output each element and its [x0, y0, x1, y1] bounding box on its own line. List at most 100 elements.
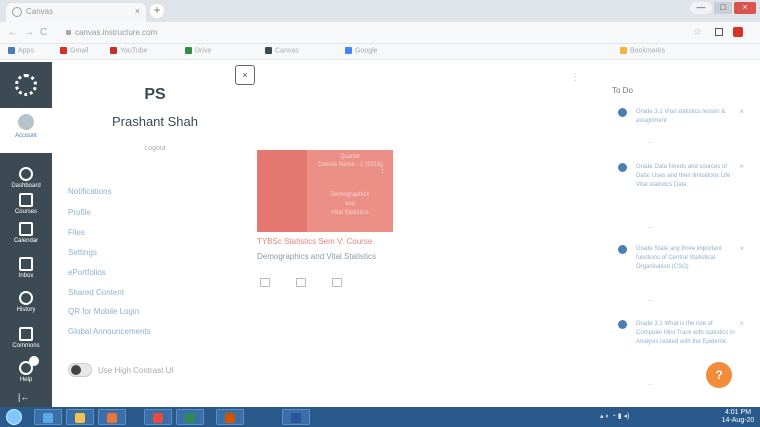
bookmark-item[interactable]: Bookmarks — [620, 47, 665, 57]
inbox-icon — [19, 257, 33, 271]
folder-icon — [620, 47, 627, 54]
high-contrast-toggle[interactable] — [68, 363, 92, 377]
commons-icon — [19, 327, 33, 341]
collapse-nav-icon[interactable]: |← — [18, 392, 29, 402]
todo-title: To Do — [612, 86, 633, 95]
url-text: canvas.instructure.com — [75, 28, 158, 37]
discussions-icon[interactable] — [332, 278, 342, 287]
new-tab-button[interactable]: + — [150, 4, 164, 18]
todo-item-text[interactable]: Grade 3.1 Vital statistics lesson & assi… — [636, 108, 736, 126]
start-button[interactable] — [6, 409, 22, 425]
bookmark-item[interactable]: Apps — [8, 47, 34, 57]
bookmark-item[interactable]: Drive — [185, 47, 211, 57]
back-icon[interactable]: ← — [8, 27, 18, 38]
tray-link-global-announcements[interactable]: Global Announcements — [68, 327, 151, 336]
nav-commons[interactable]: Commons — [0, 322, 52, 358]
bookmark-item[interactable]: Google — [345, 47, 378, 57]
tray-link-shared-content[interactable]: Shared Content — [68, 288, 124, 297]
bookmark-item[interactable]: Gmail — [60, 47, 88, 57]
taskbar-app[interactable] — [34, 409, 62, 425]
maximize-button[interactable]: □ — [714, 2, 732, 14]
dismiss-icon[interactable]: × — [739, 162, 744, 171]
close-tray-button[interactable]: × — [235, 65, 255, 85]
tab-close-icon[interactable]: × — [135, 6, 140, 16]
avatar — [18, 114, 34, 130]
browser-tab-bar: Canvas × + — □ × — [0, 0, 760, 22]
taskbar-clock[interactable]: 4:01 PM 14-Aug-20 — [718, 409, 758, 425]
assignment-icon — [618, 320, 627, 329]
taskbar-app[interactable] — [176, 409, 204, 425]
todo-item-text[interactable]: Grade 3.1 What is the role of Computer M… — [636, 320, 736, 347]
nav-help[interactable]: 1 Help — [0, 356, 52, 392]
todo-item-meta: — — [648, 225, 653, 231]
profile-name: Prashant Shah — [111, 114, 198, 129]
taskbar-app[interactable] — [98, 409, 126, 425]
announcements-icon[interactable] — [260, 278, 270, 287]
folder-icon — [75, 413, 85, 423]
todo-item-text[interactable]: Grade Data Needs and sources of Data: Us… — [636, 163, 736, 190]
bookmarks-bar: Apps Gmail YouTube Drive Canvas Google B… — [0, 44, 760, 60]
logout-button[interactable]: Logout — [130, 145, 180, 152]
url-input[interactable]: canvas.instructure.com — [58, 26, 678, 40]
google-icon — [345, 47, 352, 54]
clock-time: 4:01 PM — [724, 409, 752, 416]
nav-help-label: Help — [19, 377, 33, 383]
tray-link-settings[interactable]: Settings — [68, 248, 97, 257]
course-card-header[interactable]: Quarter Course Name - 1 (2019) Demograph… — [257, 150, 393, 232]
nav-calendar-label: Calendar — [13, 238, 39, 244]
bookmark-item[interactable]: YouTube — [110, 47, 148, 57]
todo-item-meta: — — [648, 382, 653, 388]
nav-history[interactable]: History — [0, 286, 52, 322]
profile-extension-icon[interactable] — [733, 27, 743, 37]
dismiss-icon[interactable]: × — [739, 319, 744, 328]
dashboard-options-icon[interactable]: ⋮ — [570, 72, 580, 83]
help-button[interactable]: ? — [706, 362, 732, 388]
bookmark-star-icon[interactable]: ☆ — [693, 27, 702, 38]
apps-icon — [8, 47, 15, 54]
bookmark-item[interactable]: Canvas — [265, 47, 299, 57]
window-close-button[interactable]: × — [734, 2, 756, 14]
canvas-logo-icon[interactable] — [15, 74, 37, 96]
tray-link-notifications[interactable]: Notifications — [68, 187, 112, 196]
chrome-icon — [153, 413, 163, 423]
nav-history-label: History — [16, 307, 36, 313]
history-icon — [19, 291, 33, 305]
taskbar-app[interactable] — [216, 409, 244, 425]
youtube-icon — [110, 47, 117, 54]
forward-icon[interactable]: → — [24, 27, 34, 38]
word-icon — [291, 413, 301, 423]
nav-inbox[interactable]: Inbox — [0, 252, 52, 288]
course-card-title[interactable]: TYBSc Statistics Sem V: Course — [257, 237, 372, 246]
card-options-icon[interactable]: ⋮ — [378, 164, 387, 175]
extension-icon[interactable] — [715, 28, 723, 36]
nav-account[interactable]: Account — [0, 108, 52, 153]
help-badge: 1 — [29, 356, 39, 366]
lock-icon — [66, 30, 71, 36]
todo-item-text[interactable]: Grade State any three important function… — [636, 245, 736, 272]
tray-link-eportfolios[interactable]: ePortfolios — [68, 268, 106, 277]
tray-link-qr-mobile-login[interactable]: QR for Mobile Login — [68, 307, 139, 316]
excel-icon — [185, 413, 195, 423]
dismiss-icon[interactable]: × — [739, 244, 744, 253]
minimize-button[interactable]: — — [690, 2, 712, 14]
taskbar-app[interactable] — [282, 409, 310, 425]
dismiss-icon[interactable]: × — [739, 107, 744, 116]
reload-icon[interactable]: C — [40, 27, 47, 38]
card-head-line: Quarter — [339, 154, 361, 160]
nav-calendar[interactable]: Calendar — [0, 217, 52, 253]
tray-link-profile[interactable]: Profile — [68, 208, 91, 217]
taskbar-app[interactable] — [144, 409, 172, 425]
system-tray[interactable]: ▴ ◐ ◔ ▮ ◂) — [600, 412, 700, 422]
gmail-icon — [60, 47, 67, 54]
address-bar: ← → C canvas.instructure.com ☆ — [0, 22, 760, 44]
tray-link-files[interactable]: Files — [68, 228, 85, 237]
assignments-icon[interactable] — [296, 278, 306, 287]
assignment-icon — [618, 108, 627, 117]
windows-taskbar: ▴ ◐ ◔ ▮ ◂) 4:01 PM 14-Aug-20 — [0, 407, 760, 427]
taskbar-app[interactable] — [66, 409, 94, 425]
media-icon — [107, 413, 117, 423]
courses-icon — [19, 193, 33, 207]
assignment-icon — [618, 163, 627, 172]
browser-tab[interactable]: Canvas × — [6, 3, 146, 22]
card-head-line: Vital Statistics — [331, 210, 369, 216]
